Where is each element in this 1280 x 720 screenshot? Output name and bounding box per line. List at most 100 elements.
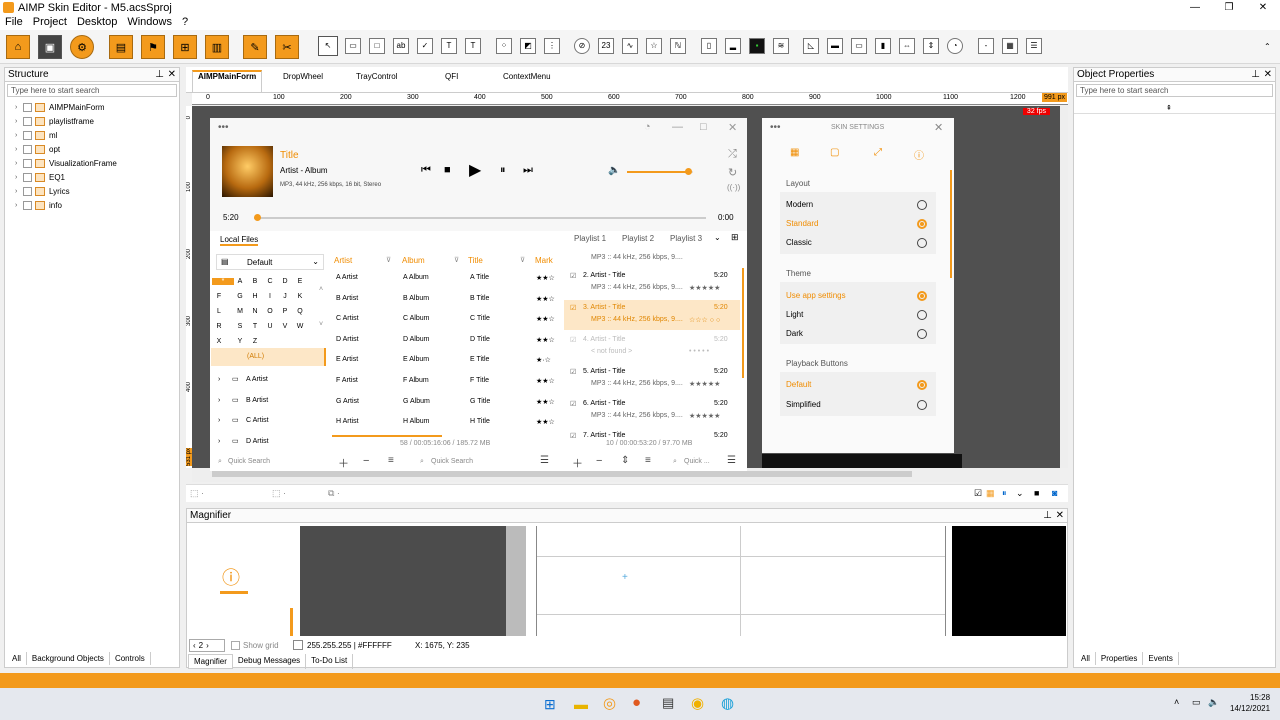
- maximize-icon[interactable]: □: [700, 121, 707, 133]
- close-icon[interactable]: ✕: [168, 68, 176, 81]
- hierarchy-icon[interactable]: ⊞: [173, 35, 197, 59]
- table-cell[interactable]: E Title: [470, 356, 489, 363]
- dash-tool-icon[interactable]: -: [978, 38, 994, 54]
- radio-icon[interactable]: ((·)): [727, 183, 740, 192]
- layout-modern-label[interactable]: Modern: [786, 200, 813, 209]
- alphabet-letter[interactable]: H: [248, 293, 262, 300]
- theme-dark-label[interactable]: Dark: [786, 329, 803, 338]
- column-header[interactable]: Title: [468, 256, 483, 265]
- pause-icon[interactable]: ⏸: [500, 164, 506, 177]
- tree-item[interactable]: › EQ1: [15, 170, 65, 184]
- toolbar-options-icon[interactable]: ⌃: [1264, 42, 1271, 51]
- move-icon[interactable]: ⇕: [621, 455, 629, 466]
- alphabet-letter[interactable]: J: [278, 293, 292, 300]
- pin-icon[interactable]: ⊥: [1251, 68, 1260, 81]
- tab-controls[interactable]: Controls: [110, 652, 151, 665]
- table-cell[interactable]: B Album: [403, 295, 429, 302]
- layout-standard-label[interactable]: Standard: [786, 219, 818, 228]
- tree-item[interactable]: › ml: [15, 128, 57, 142]
- number-tool-icon[interactable]: ℕ: [670, 38, 686, 54]
- checkbox-icon[interactable]: [23, 172, 32, 182]
- tray-overflow-icon[interactable]: ˄: [1174, 697, 1179, 707]
- rating-stars[interactable]: ★★☆: [536, 336, 555, 344]
- tab-properties[interactable]: Properties: [1096, 652, 1144, 665]
- column-header[interactable]: Album: [402, 256, 425, 265]
- counter-tool-icon[interactable]: 23: [598, 38, 614, 54]
- tree-item[interactable]: › opt: [15, 142, 60, 156]
- sort-icon[interactable]: ≡: [645, 455, 651, 466]
- alphabet-letter[interactable]: C: [263, 278, 277, 285]
- structure-search-input[interactable]: Type here to start search: [7, 84, 177, 97]
- properties-search-input[interactable]: Type here to start search: [1076, 84, 1273, 97]
- buttons-default-label[interactable]: Default: [786, 380, 811, 389]
- playlist-tab[interactable]: Playlist 3: [670, 234, 702, 243]
- filter-icon[interactable]: ⊽: [386, 256, 391, 264]
- playlist-tab[interactable]: Playlist 1: [574, 234, 606, 243]
- minimize-button[interactable]: —: [1178, 0, 1212, 16]
- artist-row[interactable]: › ▭ A Artist: [218, 369, 268, 389]
- close-icon[interactable]: ✕: [1264, 68, 1272, 81]
- alphabet-letter[interactable]: O: [263, 308, 277, 315]
- add-icon[interactable]: ＋: [572, 455, 583, 471]
- image-tool-icon[interactable]: ◩: [520, 38, 536, 54]
- volume-icon[interactable]: 🔈: [608, 165, 620, 176]
- rating-stars[interactable]: ★★☆: [536, 315, 555, 323]
- scroll-thumb[interactable]: [212, 471, 912, 477]
- checkbox-icon[interactable]: ☑: [974, 488, 982, 499]
- rating-stars[interactable]: ★★☆: [536, 398, 555, 406]
- aimp-skin-editor-icon[interactable]: ◎: [603, 694, 616, 712]
- track-check-icon[interactable]: ☑: [570, 272, 576, 280]
- playlist-item[interactable]: ☑ 6. Artist - Title 5:20 MP3 :: 44 kHz, 256…: [564, 396, 740, 426]
- aimp-main-form[interactable]: ••• ◔ — □ ✕ Title Artist - Album MP3, 44…: [210, 118, 747, 471]
- remove-icon[interactable]: −: [596, 455, 602, 467]
- alphabet-letter[interactable]: Q: [293, 308, 307, 315]
- pin-icon[interactable]: ⊥: [1043, 509, 1052, 522]
- table-cell[interactable]: H Album: [403, 418, 429, 425]
- rating-stars[interactable]: ★★☆: [536, 377, 555, 385]
- tab-dropwheel[interactable]: DropWheel: [283, 72, 323, 81]
- copy-tool-icon[interactable]: ⧉ ·: [328, 488, 340, 499]
- home-icon[interactable]: ⌂: [6, 35, 30, 59]
- tab-debug-messages[interactable]: Debug Messages: [233, 654, 307, 669]
- globe-icon[interactable]: ◍: [721, 694, 734, 712]
- add-icon[interactable]: ＋: [338, 455, 349, 471]
- table-cell[interactable]: H Title: [470, 418, 490, 425]
- tab-local-files[interactable]: Local Files: [220, 235, 259, 246]
- show-grid-checkbox[interactable]: [231, 641, 240, 650]
- alphabet-letter[interactable]: N: [248, 308, 262, 315]
- track-check-icon[interactable]: ☑: [570, 336, 576, 344]
- layout-classic-label[interactable]: Classic: [786, 238, 812, 247]
- alphabet-letter[interactable]: P: [278, 308, 292, 315]
- checkbox-icon[interactable]: [23, 158, 32, 168]
- flag-icon[interactable]: ⚑: [141, 35, 165, 59]
- range-tool-icon[interactable]: ▭: [851, 38, 867, 54]
- save-icon[interactable]: ▣: [38, 35, 62, 59]
- tab-all[interactable]: All: [1076, 652, 1096, 665]
- checkbox-icon[interactable]: [23, 130, 32, 140]
- align-tool-icon[interactable]: ⬚ ·: [272, 488, 286, 499]
- skin-scrollbar[interactable]: [950, 170, 952, 278]
- repeat-icon[interactable]: ↻: [728, 166, 737, 179]
- tree-item[interactable]: › info: [15, 198, 62, 212]
- network-icon[interactable]: ▭: [1192, 697, 1201, 708]
- hslider-tool-icon[interactable]: ▬: [827, 38, 843, 54]
- checkbox-icon[interactable]: [23, 200, 32, 210]
- firefox-icon[interactable]: ●: [632, 694, 641, 711]
- dots-tool-icon[interactable]: ⁘: [496, 38, 512, 54]
- rating-stars[interactable]: ★★☆: [536, 274, 555, 282]
- wave2-tool-icon[interactable]: ≋: [773, 38, 789, 54]
- tab-qfi[interactable]: QFI: [445, 72, 458, 81]
- menu-icon[interactable]: ☰: [727, 455, 736, 466]
- alphabet-letter[interactable]: A: [233, 278, 247, 285]
- frame-tool-icon[interactable]: □: [369, 38, 385, 54]
- theme-light-radio[interactable]: [917, 310, 927, 320]
- rating-stars[interactable]: ★★☆: [536, 295, 555, 303]
- table-cell[interactable]: A Title: [470, 274, 489, 281]
- alphabet-scroll-up-icon[interactable]: ˄: [319, 286, 323, 293]
- vslider-tool-icon[interactable]: ▮: [875, 38, 891, 54]
- layout-classic-radio[interactable]: [917, 238, 927, 248]
- splitter-tool-icon[interactable]: ⇔: [899, 38, 915, 54]
- preset-dropdown[interactable]: ▤ Default ⌄: [216, 254, 324, 270]
- tree-item[interactable]: › AIMPMainForm: [15, 100, 105, 114]
- playlist-item[interactable]: ☑ 4. Artist - Title 5:20 < not found > • • •…: [564, 332, 740, 362]
